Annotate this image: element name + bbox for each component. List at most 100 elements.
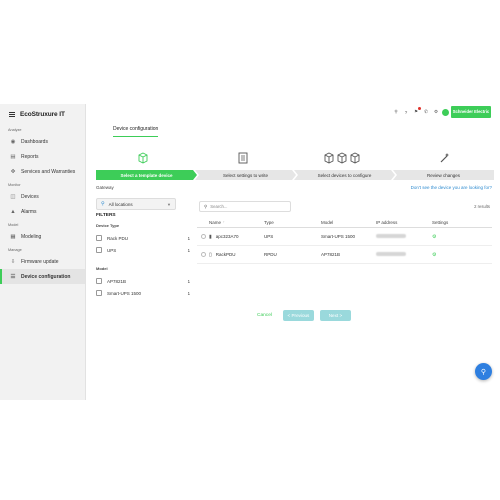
filter-option-count: 1	[187, 247, 190, 253]
row-radio[interactable]	[200, 252, 206, 257]
chat-help-button[interactable]: ⚲	[475, 363, 492, 380]
device-model: Smart-UPS 1500	[321, 234, 356, 239]
eye-icon: ◉	[10, 138, 16, 145]
column-header-name[interactable]: Name ↑	[209, 220, 264, 225]
chevron-down-icon: ▼	[167, 201, 171, 207]
search-input[interactable]: ⚲ Search...	[199, 201, 291, 212]
sidebar-item-alarms[interactable]: ▲ Alarms	[0, 204, 85, 219]
checkbox[interactable]	[96, 278, 102, 284]
announcements-icon[interactable]: ✆	[422, 108, 430, 116]
pdu-icon: ▯	[209, 251, 212, 258]
sidebar-item-reports[interactable]: ▤ Reports	[0, 149, 85, 164]
table-row[interactable]: ▯ RackPDU RPDU AP7821B ⚙	[197, 246, 492, 264]
devices-table: Name ↑ Type Model IP address Settings ▮ ap…	[197, 217, 492, 264]
sidebar-item-devices[interactable]: ◫ Devices	[0, 189, 85, 204]
avatar[interactable]	[442, 108, 449, 116]
help-icon: ⚲	[480, 368, 487, 376]
filter-option-rack-pdu[interactable]: Rack PDU 1	[96, 232, 190, 244]
sidebar-item-label: Devices	[21, 193, 39, 200]
sidebar-item-label: Reports	[21, 153, 39, 160]
location-value: All locations	[108, 201, 133, 207]
row-radio[interactable]	[200, 234, 206, 239]
notifications-icon[interactable]: ⚑	[412, 107, 421, 116]
device-ip-redacted	[376, 252, 432, 257]
device-ip-redacted	[376, 234, 432, 239]
header-toolbar: ⚲ ? ⚑ ✆ ⚙ Schneider Electric	[392, 106, 491, 118]
filter-option-label: Smart-UPS 1500	[107, 290, 142, 296]
filter-option-label: UPS	[107, 247, 117, 253]
location-dropdown[interactable]: ⚲ All locations ▼	[96, 198, 176, 210]
notification-badge	[418, 107, 421, 110]
sidebar-item-label: Services and Warranties	[21, 168, 76, 175]
column-header-type[interactable]: Type	[264, 220, 321, 225]
step-select-template-device[interactable]: Select a template device	[96, 170, 197, 180]
filter-group-model: Model	[96, 266, 108, 271]
sidebar-item-label: Dashboards	[21, 138, 48, 145]
search-placeholder: Search...	[210, 204, 228, 209]
device-name: apc323A70	[215, 234, 239, 239]
cancel-button[interactable]: Cancel	[252, 313, 277, 318]
missing-device-link[interactable]: Don't see the device you are looking for…	[411, 185, 492, 190]
wizard-stepper: Select a template device Select settings…	[96, 170, 494, 180]
help-icon[interactable]: ?	[402, 108, 410, 116]
table-row[interactable]: ▮ apc323A70 UPS Smart-UPS 1500 ⚙	[197, 228, 492, 246]
sidebar-item-label: Device configuration	[21, 273, 71, 280]
download-icon: ⇩	[10, 258, 16, 265]
sliders-icon: ☰	[10, 273, 16, 280]
step-select-devices[interactable]: Select devices to configure	[294, 170, 395, 180]
cube-icon	[138, 152, 148, 167]
sidebar-item-dashboards[interactable]: ◉ Dashboards	[0, 134, 85, 149]
filter-group-device-type: Device Type	[96, 223, 120, 228]
filter-option-count: 1	[187, 278, 190, 284]
previous-button[interactable]: < Previous	[282, 310, 314, 321]
step-select-settings[interactable]: Select settings to write	[195, 170, 296, 180]
step-review-changes[interactable]: Review changes	[393, 170, 494, 180]
tab-device-configuration[interactable]: Device configuration	[113, 126, 159, 137]
gear-icon[interactable]: ⚙	[432, 252, 436, 258]
checkbox[interactable]	[96, 290, 102, 296]
filter-option-ups[interactable]: UPS 1	[96, 244, 190, 256]
document-icon: ▤	[10, 153, 16, 160]
checkbox[interactable]	[96, 235, 102, 241]
sidebar: EcoStruxure IT Analyze ◉ Dashboards ▤ Re…	[0, 104, 86, 400]
section-title-manage: Manage	[8, 248, 22, 252]
column-header-model[interactable]: Model	[321, 220, 376, 225]
search-icon[interactable]: ⚲	[392, 108, 400, 116]
filter-option-count: 1	[187, 235, 190, 241]
search-icon: ⚲	[204, 203, 208, 209]
gear-icon[interactable]: ⚙	[432, 234, 436, 240]
gateway-label: Gateway	[96, 185, 114, 190]
column-header-ip[interactable]: IP address	[376, 220, 432, 225]
wizard-footer: Cancel < Previous Next >	[252, 310, 351, 321]
magic-wand-icon	[439, 152, 451, 167]
sidebar-item-label: Alarms	[21, 208, 37, 215]
filter-option-ap7821b[interactable]: AP7821B 1	[96, 275, 190, 287]
checkbox[interactable]	[96, 247, 102, 253]
menu-icon[interactable]	[9, 111, 15, 117]
filters-panel: FILTERS Device Type Rack PDU 1 UPS 1 Mod…	[96, 213, 190, 299]
next-button[interactable]: Next >	[319, 310, 351, 321]
cubes-icon	[324, 152, 360, 167]
section-title-model: Model	[8, 223, 19, 227]
bell-icon: ▲	[10, 208, 16, 215]
sidebar-item-modeling[interactable]: ▦ Modeling	[0, 229, 85, 244]
sidebar-item-services[interactable]: ✥ Services and Warranties	[0, 164, 85, 179]
sidebar-item-device-configuration[interactable]: ☰ Device configuration	[0, 269, 85, 284]
device-type: RPDU	[264, 252, 277, 257]
sidebar-item-firmware-update[interactable]: ⇩ Firmware update	[0, 254, 85, 269]
filter-option-smart-ups-1500[interactable]: Smart-UPS 1500 1	[96, 287, 190, 299]
filter-option-label: Rack PDU	[107, 235, 129, 241]
filter-option-label: AP7821B	[107, 278, 127, 284]
device-model: AP7821B	[321, 252, 341, 257]
section-title-monitor: Monitor	[8, 183, 21, 187]
devices-icon: ◫	[10, 193, 16, 200]
sort-asc-icon[interactable]: ↑	[223, 220, 225, 224]
filter-option-count: 1	[187, 290, 190, 296]
sidebar-item-label: Firmware update	[21, 258, 59, 265]
gear-icon[interactable]: ⚙	[432, 108, 440, 116]
device-name: RackPDU	[215, 252, 236, 257]
brand-bar: EcoStruxure IT	[0, 104, 85, 124]
column-header-settings: Settings	[432, 219, 449, 225]
section-title-analyze: Analyze	[8, 128, 22, 132]
filters-title: FILTERS	[96, 213, 116, 218]
